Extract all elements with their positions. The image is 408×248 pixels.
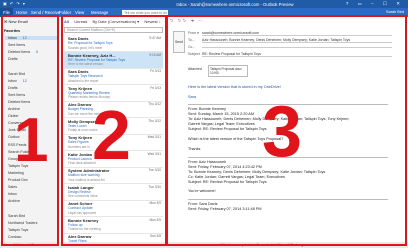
title-bar: ▣ ↶ ↷ ▾ Inbox - Sarah@somewhere.onmicros… [0, 0, 408, 8]
quick-access-toolbar[interactable]: ▣ ↶ ↷ ▾ [3, 1, 26, 6]
annotation-number-1: 1 [14, 106, 49, 175]
window-controls[interactable]: ? ▭ – ☐ ✕ [346, 1, 404, 7]
annotation-number-2: 2 [92, 96, 131, 174]
user-account[interactable]: Sarah Bird [386, 10, 404, 14]
window-title: Inbox - Sarah@somewhere.onmicrosoft.com … [176, 1, 294, 7]
annotation-number-3: 3 [262, 92, 303, 172]
